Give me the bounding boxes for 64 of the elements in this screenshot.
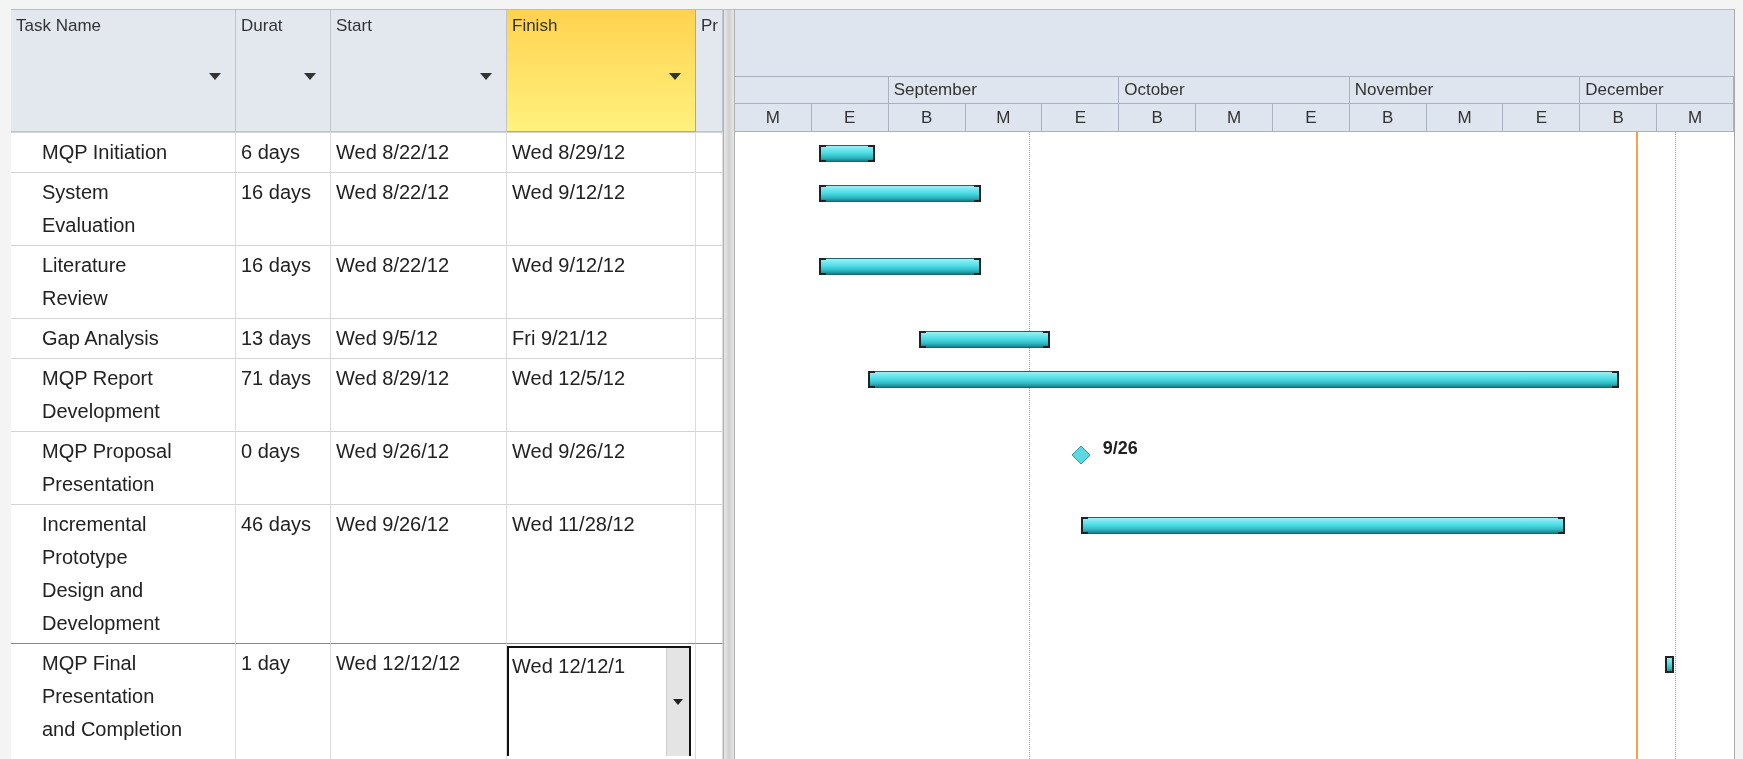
finish-date: Fri 9/21/12 xyxy=(512,327,608,349)
dropdown-arrow-icon xyxy=(304,73,316,80)
column-header[interactable]: Pr xyxy=(696,10,723,132)
period-header: B xyxy=(1580,104,1658,132)
column-header[interactable]: Start xyxy=(331,10,507,132)
milestone-diamond xyxy=(1070,445,1091,465)
period-header: M xyxy=(965,104,1043,132)
duration-text: 1 day xyxy=(241,652,290,674)
dropdown-arrow-icon xyxy=(669,73,681,80)
duration-text: 0 days xyxy=(241,440,300,462)
start-date: Wed 8/22/12 xyxy=(336,141,450,163)
column-header[interactable]: Task Name xyxy=(11,10,236,132)
start-date: Wed 8/22/12 xyxy=(336,181,450,203)
task-name: MQP Final Presentation and Completion xyxy=(42,651,184,742)
dropdown-arrow-icon xyxy=(480,73,492,80)
start-date: Wed 9/5/12 xyxy=(336,327,438,349)
period-header: M xyxy=(1657,104,1734,132)
milestone-label: 9/26 xyxy=(1102,438,1138,459)
month-header: September xyxy=(888,77,1120,105)
task-name: MQP Report Development xyxy=(42,366,161,424)
period-header: E xyxy=(811,104,889,132)
period-header: B xyxy=(1119,104,1197,132)
month-header: October xyxy=(1119,77,1350,105)
duration-text: 16 days xyxy=(241,181,312,203)
column-header[interactable]: Finish xyxy=(507,10,696,132)
duration-text: 16 days xyxy=(241,254,312,276)
period-header: B xyxy=(1349,104,1427,132)
task-name: MQP Proposal Presentation xyxy=(42,439,173,497)
month-header: December xyxy=(1580,77,1734,105)
period-header: E xyxy=(1042,104,1120,132)
duration-text: 71 days xyxy=(241,367,312,389)
duration-text: 46 days xyxy=(241,513,312,535)
task-bar xyxy=(1664,656,1674,673)
period-header: M xyxy=(1196,104,1273,132)
task-name: MQP Initiation xyxy=(42,140,169,165)
dropdown-button[interactable] xyxy=(666,648,689,756)
dropdown-arrow-icon xyxy=(209,73,221,80)
duration-text: 13 days xyxy=(241,327,312,349)
finish-date: Wed 9/12/12 xyxy=(512,254,626,276)
finish-date: Wed 11/28/12 xyxy=(512,513,635,535)
start-date: Wed 12/12/12 xyxy=(336,652,461,674)
period-header: B xyxy=(888,104,966,132)
task-name: Gap Analysis xyxy=(42,326,160,351)
caret-icon xyxy=(673,699,683,705)
start-date: Wed 8/29/12 xyxy=(336,367,450,389)
period-header: E xyxy=(1503,104,1581,132)
start-date: Wed 9/26/12 xyxy=(336,513,450,535)
finish-date: Wed 8/29/12 xyxy=(512,141,626,163)
finish-date: Wed 12/5/12 xyxy=(512,367,626,389)
column-header[interactable]: Durat xyxy=(236,10,331,132)
period-header: M xyxy=(1426,104,1504,132)
start-date: Wed 8/22/12 xyxy=(336,254,450,276)
task-bar xyxy=(818,145,875,162)
task-name: Incremental Prototype Design and Development xyxy=(42,512,161,636)
start-date: Wed 9/26/12 xyxy=(336,440,450,462)
month-header: November xyxy=(1349,77,1581,105)
duration-text: 6 days xyxy=(241,141,300,163)
task-name: System Evaluation xyxy=(42,180,137,238)
finish-date: Wed 9/26/12 xyxy=(512,440,626,462)
period-header: E xyxy=(1272,104,1350,132)
period-header: M xyxy=(735,104,812,132)
finish-date-field[interactable]: Wed 12/12/1 xyxy=(507,646,691,756)
finish-date: Wed 9/12/12 xyxy=(512,181,626,203)
task-name: Literature Review xyxy=(42,253,128,311)
